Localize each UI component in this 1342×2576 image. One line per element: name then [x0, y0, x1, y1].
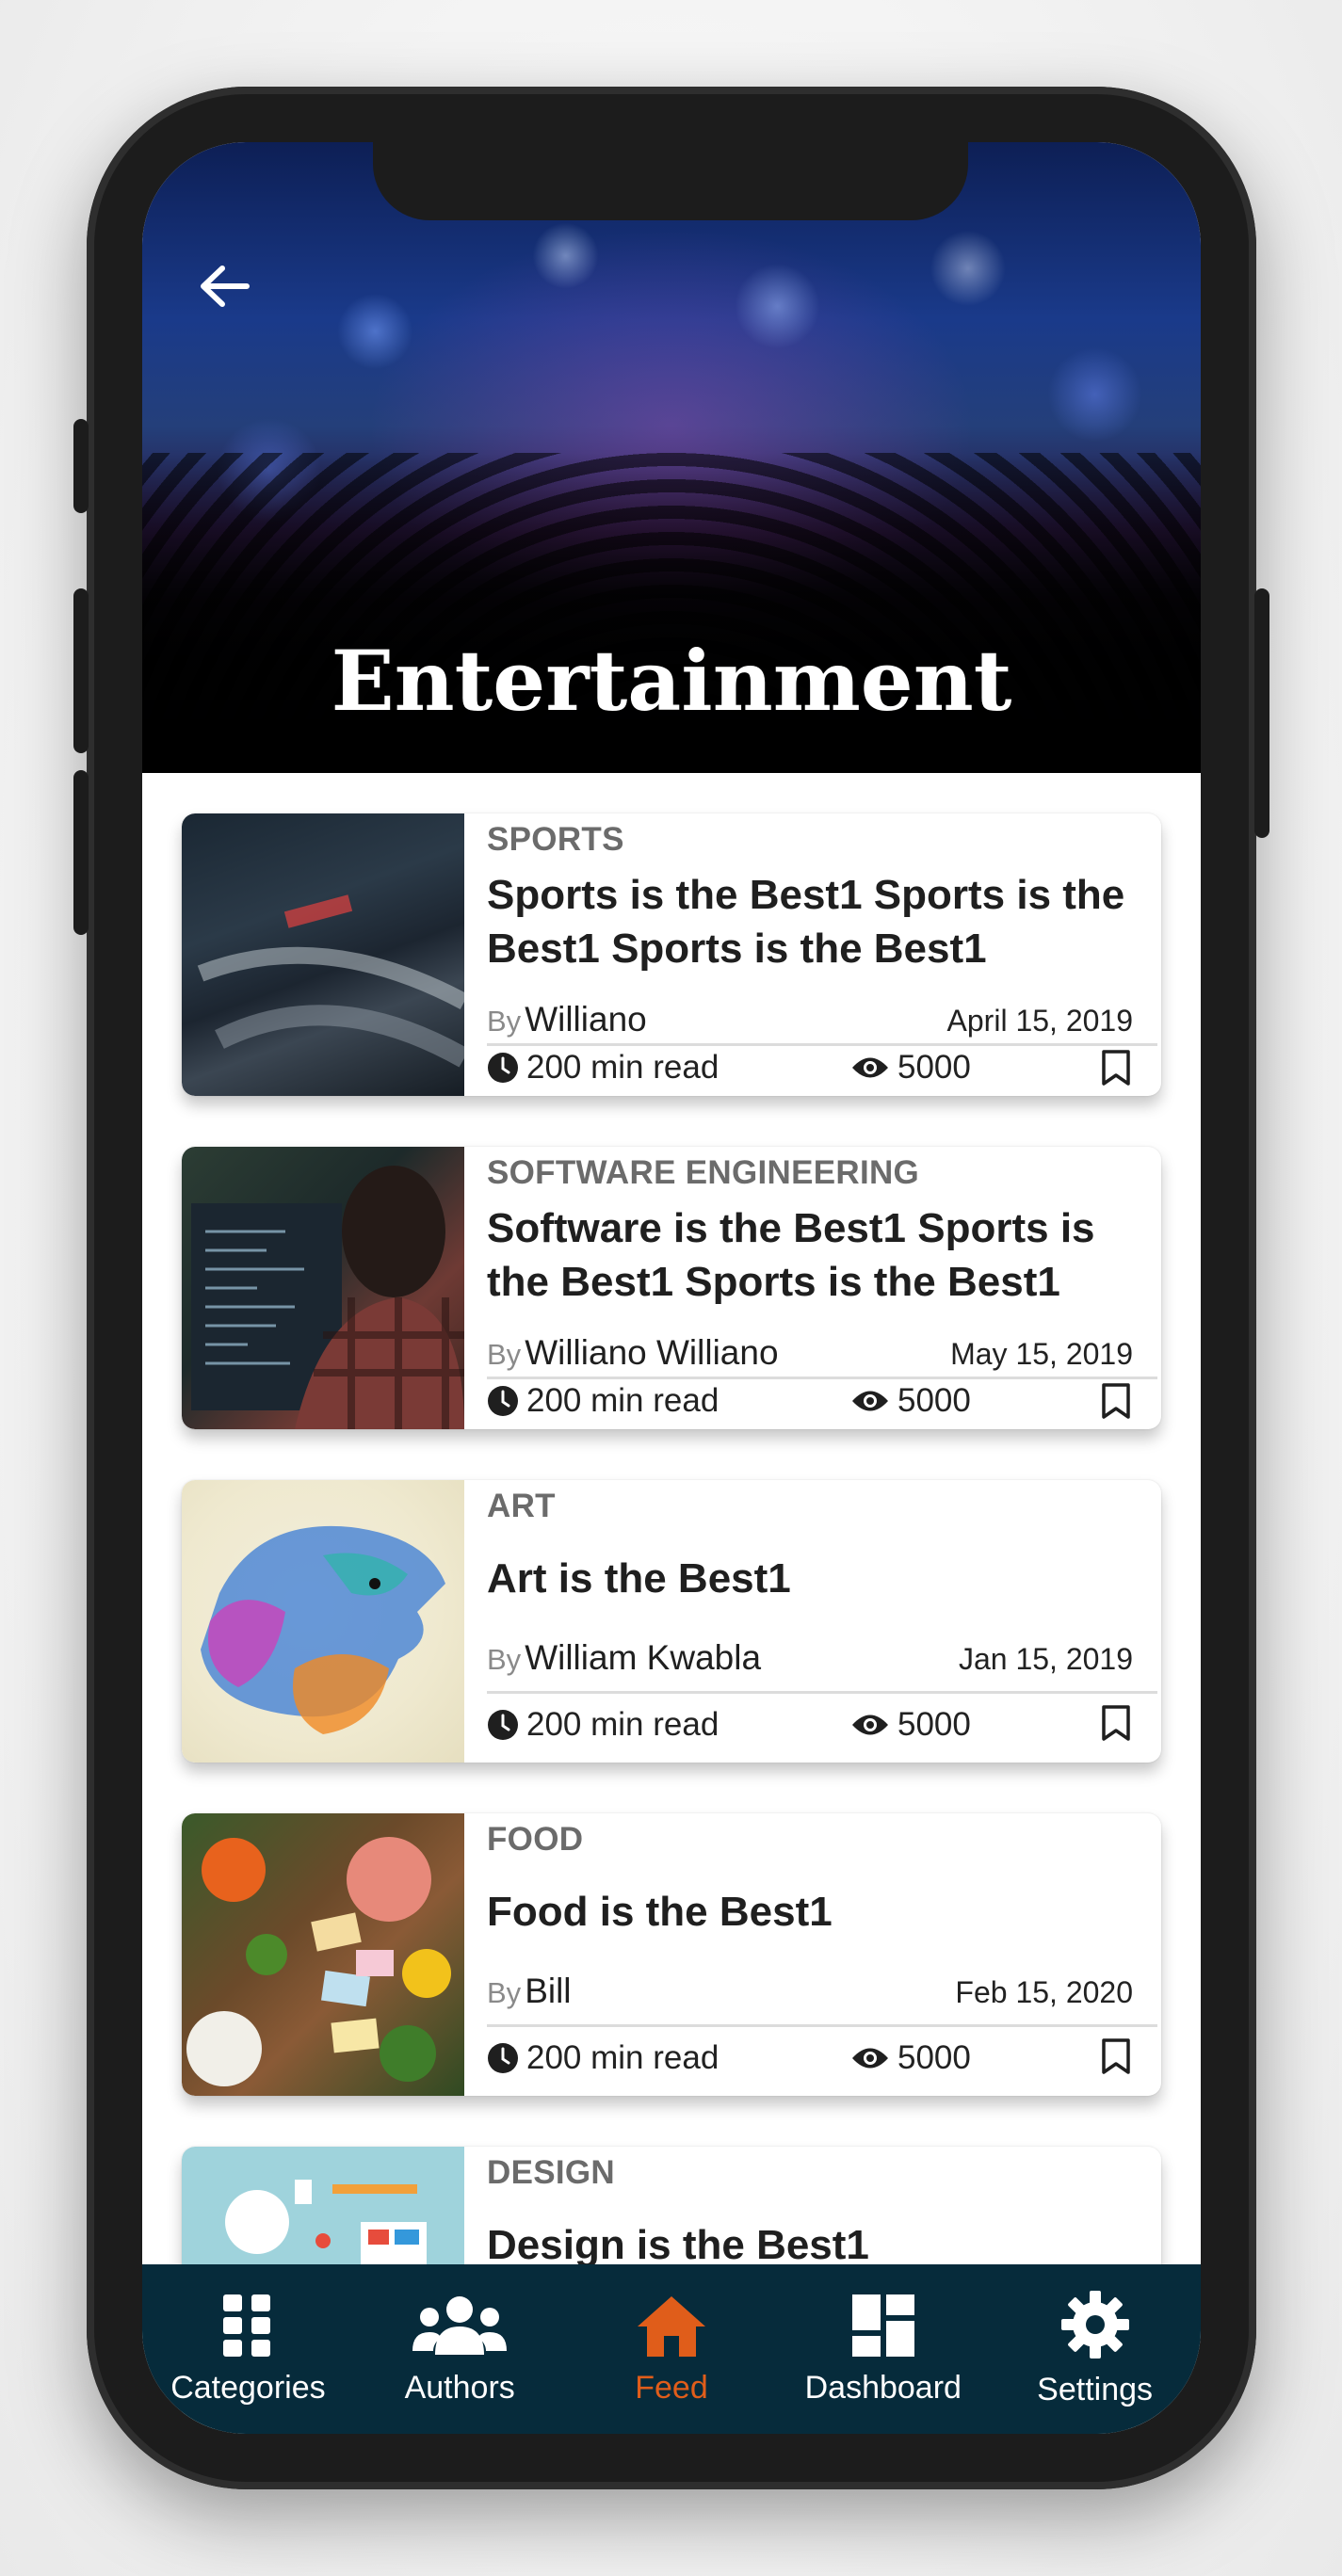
clock-icon: [488, 1053, 518, 1083]
article-thumbnail: [182, 813, 470, 1096]
bookmark-button[interactable]: [1101, 1382, 1131, 1425]
bookmark-button[interactable]: [1101, 2037, 1131, 2080]
nav-item-authors[interactable]: Authors: [354, 2264, 566, 2434]
hero-banner: Entertainment: [142, 142, 1201, 773]
view-count-label: 5000: [897, 1706, 971, 1743]
article-date: Jan 15, 2019: [958, 1642, 1133, 1676]
bookmark-button[interactable]: [1101, 1704, 1131, 1747]
article-date: Feb 15, 2020: [955, 1975, 1133, 2009]
by-label: By: [487, 1005, 522, 1038]
nav-item-settings[interactable]: Settings: [989, 2264, 1201, 2434]
by-label: By: [487, 1338, 522, 1371]
card-divider: [487, 1691, 1157, 1694]
view-count: 5000: [850, 1049, 971, 1087]
bottom-navigation: Categories Authors Feed Dashboard Settin…: [142, 2264, 1201, 2434]
bookmark-icon: [1102, 1705, 1130, 1741]
card-divider: [487, 1377, 1157, 1379]
article-card[interactable]: SOFTWARE ENGINEERING Software is the Bes…: [182, 1147, 1161, 1429]
article-author[interactable]: Williano Williano: [525, 1333, 778, 1372]
nav-item-dashboard[interactable]: Dashboard: [777, 2264, 989, 2434]
article-title[interactable]: Food is the Best1: [487, 1885, 1146, 1939]
nav-label-settings: Settings: [1037, 2372, 1154, 2407]
view-count: 5000: [850, 2039, 971, 2077]
article-category: SPORTS: [487, 821, 624, 858]
article-card[interactable]: FOOD Food is the Best1 By Bill Feb 15, 20…: [182, 1813, 1161, 2096]
clock-icon: [488, 1710, 518, 1740]
home-icon: [637, 2296, 705, 2357]
nav-label-feed: Feed: [635, 2370, 708, 2406]
view-count: 5000: [850, 1706, 971, 1744]
article-author[interactable]: William Kwabla: [525, 1638, 761, 1677]
bookmark-icon: [1102, 2038, 1130, 2074]
article-category: SOFTWARE ENGINEERING: [487, 1154, 920, 1191]
grid-icon: [223, 2294, 271, 2357]
page-title: Entertainment: [331, 632, 1012, 730]
people-icon: [412, 2296, 508, 2355]
article-byline: By Williano Williano: [487, 1333, 779, 1373]
read-time: 200 min read: [487, 1382, 719, 1420]
power-button: [1254, 588, 1269, 838]
read-time: 200 min read: [487, 1049, 719, 1087]
article-author[interactable]: Bill: [525, 1972, 571, 2010]
view-count: 5000: [850, 1382, 971, 1420]
nav-item-feed[interactable]: Feed: [566, 2264, 778, 2434]
app-screen: Entertainment SPORTS Sports is the Best1…: [142, 142, 1201, 2434]
back-button[interactable]: [191, 253, 257, 319]
bookmark-button[interactable]: [1101, 1049, 1131, 1091]
article-card[interactable]: SPORTS Sports is the Best1 Sports is the…: [182, 813, 1161, 1096]
volume-down-button: [73, 770, 89, 935]
article-category: DESIGN: [487, 2154, 615, 2191]
article-title[interactable]: Sports is the Best1 Sports is the Best1 …: [487, 868, 1146, 975]
view-count-label: 5000: [897, 1049, 971, 1086]
notch: [373, 142, 968, 220]
article-thumbnail: [182, 1480, 464, 1763]
gear-icon: [1060, 2291, 1129, 2359]
clock-icon: [488, 1386, 518, 1416]
article-category: FOOD: [487, 1821, 584, 1858]
nav-item-categories[interactable]: Categories: [142, 2264, 354, 2434]
card-divider: [487, 2024, 1157, 2027]
article-date: May 15, 2019: [950, 1337, 1133, 1371]
read-time: 200 min read: [487, 1706, 719, 1744]
article-byline: By Bill: [487, 1972, 572, 2011]
article-thumbnail: [182, 1813, 464, 2096]
article-title[interactable]: Software is the Best1 Sports is the Best…: [487, 1201, 1146, 1309]
nav-label-categories: Categories: [170, 2370, 326, 2406]
by-label: By: [487, 1643, 522, 1676]
eye-icon: [852, 2048, 888, 2069]
by-label: By: [487, 1976, 522, 2009]
read-time-label: 200 min read: [526, 1706, 720, 1743]
bookmark-icon: [1102, 1383, 1130, 1419]
read-time-label: 200 min read: [526, 1382, 720, 1419]
card-divider: [487, 1043, 1157, 1046]
mute-switch: [73, 419, 89, 513]
article-byline: By Williano: [487, 1000, 647, 1039]
clock-icon: [488, 2043, 518, 2073]
nav-label-authors: Authors: [404, 2370, 515, 2406]
read-time-label: 200 min read: [526, 1049, 720, 1086]
dashboard-icon: [851, 2294, 914, 2357]
nav-label-dashboard: Dashboard: [804, 2370, 962, 2406]
view-count-label: 5000: [897, 2039, 971, 2076]
read-time-label: 200 min read: [526, 2039, 720, 2076]
eye-icon: [852, 1057, 888, 1078]
article-category: ART: [487, 1488, 556, 1524]
eye-icon: [852, 1391, 888, 1411]
view-count-label: 5000: [897, 1382, 971, 1419]
arrow-left-icon: [201, 266, 250, 307]
volume-up-button: [73, 588, 89, 753]
article-author[interactable]: Williano: [525, 1000, 647, 1038]
bookmark-icon: [1102, 1050, 1130, 1086]
article-date: April 15, 2019: [946, 1004, 1133, 1038]
read-time: 200 min read: [487, 2039, 719, 2077]
eye-icon: [852, 1715, 888, 1735]
article-card[interactable]: ART Art is the Best1 By William Kwabla Ja…: [182, 1480, 1161, 1763]
article-title[interactable]: Art is the Best1: [487, 1552, 1146, 1605]
article-byline: By William Kwabla: [487, 1638, 761, 1678]
article-thumbnail: [182, 1147, 464, 1429]
